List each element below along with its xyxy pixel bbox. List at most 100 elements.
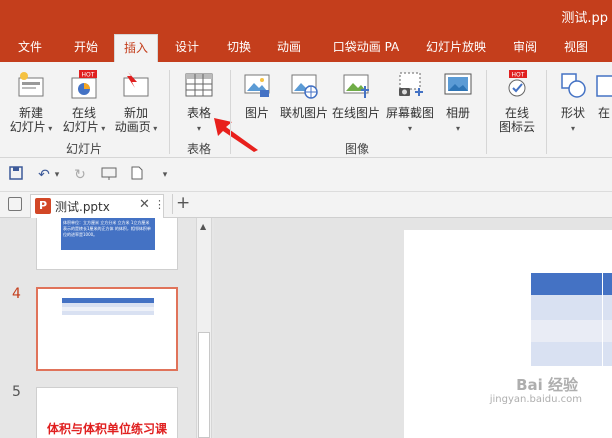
web-picture-button[interactable]: 在线图片 bbox=[330, 64, 382, 140]
slide-thumbnail-3[interactable]: 体积单位：立方厘米 立方分米 立方米 1立方厘米表示的是棱长1厘米的正方体 的体… bbox=[36, 218, 178, 270]
slideshow-icon bbox=[101, 167, 117, 180]
hot-badge: HOT bbox=[82, 72, 95, 79]
tab-list-icon[interactable] bbox=[8, 197, 22, 211]
animation-page-icon bbox=[123, 72, 149, 97]
redo-button[interactable]: ↻ bbox=[72, 166, 88, 184]
new-slide-button[interactable]: 新建 幻灯片 ▾ bbox=[6, 64, 56, 140]
ribbon: 新建 幻灯片 ▾ HOT 在线 幻灯片 ▾ 新加 动画页 ▾ 幻灯片 表格 ▾ … bbox=[0, 62, 612, 158]
tab-view[interactable]: 视图 bbox=[556, 34, 596, 62]
new-file-icon bbox=[131, 166, 143, 180]
tab-file[interactable]: 文件 bbox=[4, 34, 56, 62]
web-picture-icon bbox=[343, 74, 369, 98]
scroll-up-icon[interactable]: ▲ bbox=[200, 222, 206, 231]
table-header-row[interactable] bbox=[531, 273, 612, 295]
online-picture-icon bbox=[291, 74, 318, 99]
album-icon bbox=[444, 73, 472, 95]
undo-button[interactable]: ↶ bbox=[36, 166, 52, 184]
tab-insert[interactable]: 插入 bbox=[114, 34, 158, 62]
tab-animations[interactable]: 动画 bbox=[266, 34, 312, 62]
save-button[interactable] bbox=[8, 166, 24, 184]
icon-cloud-label-2: 图标云 bbox=[498, 120, 535, 134]
tab-home[interactable]: 开始 bbox=[60, 34, 112, 62]
slideshow-from-start-button[interactable] bbox=[100, 166, 118, 184]
album-label: 相册 bbox=[445, 106, 470, 120]
slides-scrollbar[interactable]: ▲ bbox=[196, 218, 212, 438]
icon-cloud-icon: HOT bbox=[508, 70, 527, 97]
icon-cloud-label-1: 在线 bbox=[504, 106, 529, 120]
picture-button[interactable]: 图片 bbox=[236, 64, 278, 140]
online-slide-button[interactable]: HOT 在线 幻灯片 ▾ bbox=[58, 64, 110, 140]
work-area: 体积单位：立方厘米 立方分米 立方米 1立方厘米表示的是棱长1厘米的正方体 的体… bbox=[0, 218, 612, 438]
quick-access-toolbar: ↶ ▾ ↻ ▾ bbox=[0, 158, 612, 192]
online-picture-button[interactable]: 联机图片 bbox=[278, 64, 330, 140]
icon-cloud-button[interactable]: HOT 在线 图标云 bbox=[492, 64, 542, 140]
screenshot-icon bbox=[399, 72, 423, 96]
undo-icon: ↶ bbox=[38, 167, 50, 183]
new-animation-page-button[interactable]: 新加 动画页 ▾ bbox=[110, 64, 162, 140]
group-separator bbox=[169, 70, 170, 154]
shapes-icon bbox=[561, 73, 586, 98]
table-row[interactable] bbox=[531, 320, 612, 342]
album-button[interactable]: 相册 ▾ bbox=[438, 64, 478, 140]
group-label-slides: 幻灯片 bbox=[65, 142, 102, 156]
screenshot-button[interactable]: 屏幕截图 ▾ bbox=[384, 64, 436, 140]
new-file-button[interactable] bbox=[130, 166, 144, 184]
document-tab[interactable]: P 测试.pptx ✕ ⋮ bbox=[30, 194, 165, 218]
document-tab-label: 测试.pptx bbox=[55, 200, 110, 214]
chevron-down-icon: ▾ bbox=[54, 170, 60, 180]
tab-transitions[interactable]: 切换 bbox=[216, 34, 262, 62]
new-animation-page-label-2: 动画页 bbox=[114, 120, 151, 134]
redo-icon: ↻ bbox=[74, 167, 86, 183]
tab-design[interactable]: 设计 bbox=[164, 34, 210, 62]
undo-dropdown-button[interactable]: ▾ bbox=[52, 166, 62, 184]
tab-pocket-animation[interactable]: 口袋动画 PA bbox=[324, 34, 408, 62]
table-row[interactable] bbox=[531, 342, 612, 366]
slide-canvas[interactable] bbox=[404, 230, 612, 438]
pptx-file-icon: P bbox=[35, 198, 51, 214]
customize-toolbar-button[interactable]: ▾ bbox=[158, 166, 172, 184]
picture-label: 图片 bbox=[244, 106, 269, 120]
group-separator bbox=[486, 70, 487, 154]
group-separator bbox=[546, 70, 547, 154]
slide-4-table-row bbox=[62, 311, 154, 315]
tab-review[interactable]: 审阅 bbox=[504, 34, 546, 62]
more-insert-label: 在 bbox=[598, 106, 611, 120]
online-slide-label-1: 在线 bbox=[71, 106, 96, 120]
slide-number-4: 4 bbox=[12, 286, 21, 302]
document-tab-bar: P 测试.pptx ✕ ⋮ + bbox=[0, 192, 612, 218]
new-animation-page-label-1: 新加 bbox=[123, 106, 148, 120]
close-icon[interactable]: ✕ bbox=[139, 197, 150, 212]
ribbon-tab-bar: 文件 开始 插入 设计 切换 动画 口袋动画 PA 幻灯片放映 审阅 视图 bbox=[0, 34, 612, 62]
new-slide-icon bbox=[18, 72, 44, 97]
shapes-button[interactable]: 形状 ▾ bbox=[552, 64, 594, 140]
slide-thumbnail-5[interactable]: 体积与体积单位练习课 bbox=[36, 387, 178, 438]
web-picture-label: 在线图片 bbox=[331, 106, 380, 120]
tab-slideshow[interactable]: 幻灯片放映 bbox=[418, 34, 494, 62]
online-picture-label: 联机图片 bbox=[279, 106, 328, 120]
group-separator bbox=[230, 70, 231, 154]
table-column-divider bbox=[602, 273, 603, 366]
tab-divider bbox=[172, 194, 173, 214]
table-row[interactable] bbox=[531, 295, 612, 320]
slide-number-5: 5 bbox=[12, 384, 21, 400]
slide-thumbnail-4[interactable] bbox=[36, 287, 178, 371]
window-title: 测试.pp bbox=[561, 11, 608, 26]
slides-pane[interactable]: 体积单位：立方厘米 立方分米 立方米 1立方厘米表示的是棱长1厘米的正方体 的体… bbox=[0, 218, 196, 438]
shapes-label: 形状 bbox=[560, 106, 585, 120]
save-icon bbox=[9, 166, 23, 180]
picture-icon bbox=[244, 74, 270, 97]
title-bar: 测试.pp bbox=[0, 0, 612, 34]
hot-badge: HOT bbox=[512, 72, 525, 79]
more-insert-button[interactable]: 在 bbox=[596, 64, 612, 140]
group-label-images: 图像 bbox=[344, 142, 369, 156]
baidu-watermark-logo: Bai 经验 bbox=[516, 376, 578, 394]
add-tab-icon[interactable]: + bbox=[176, 193, 190, 213]
slide-editor[interactable] bbox=[214, 218, 612, 438]
online-slide-label-2: 幻灯片 bbox=[62, 120, 99, 134]
slide-3-text-block: 体积单位：立方厘米 立方分米 立方米 1立方厘米表示的是棱长1厘米的正方体 的体… bbox=[61, 218, 155, 250]
pin-icon[interactable]: ⋮ bbox=[154, 198, 165, 211]
online-slide-icon: HOT bbox=[71, 70, 97, 99]
new-slide-label-1: 新建 bbox=[18, 106, 43, 120]
slide-5-title: 体积与体积单位练习课 bbox=[47, 422, 168, 436]
scrollbar-thumb[interactable] bbox=[198, 332, 210, 438]
